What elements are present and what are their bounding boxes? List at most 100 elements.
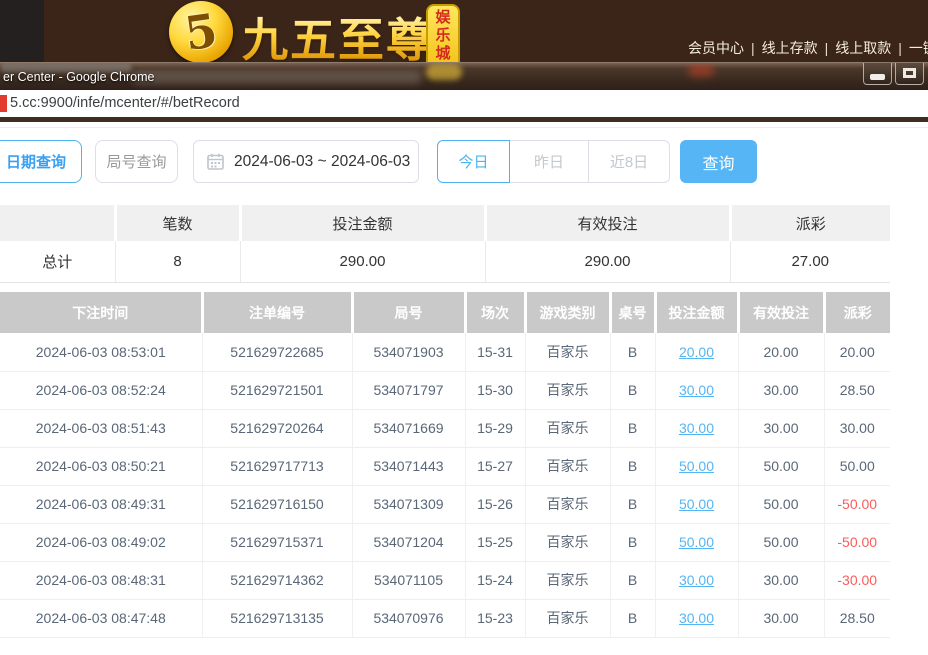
table-no: B (610, 485, 655, 523)
session: 15-30 (465, 371, 525, 409)
table-no: B (610, 409, 655, 447)
bet-no: 521629722685 (202, 333, 352, 371)
quick-yesterday-button[interactable]: 昨日 (509, 140, 589, 183)
date-range-input[interactable]: 2024-06-03 ~ 2024-06-03 (193, 140, 419, 183)
date-range-value: 2024-06-03 ~ 2024-06-03 (234, 153, 410, 171)
valid-bet: 20.00 (738, 333, 824, 371)
table-no: B (610, 523, 655, 561)
minimize-button[interactable] (863, 63, 892, 85)
payout: 20.00 (824, 333, 890, 371)
payout: 30.00 (824, 409, 890, 447)
bet-amount-link[interactable]: 20.00 (679, 344, 714, 360)
badge-char: 娱 (435, 9, 450, 27)
summary-valid-bet: 290.00 (485, 241, 730, 282)
nav-online-deposit[interactable]: 线上存款 (762, 40, 818, 56)
bet-time: 2024-06-03 08:47:48 (0, 599, 202, 637)
tab-date-query[interactable]: 日期查询 (0, 140, 82, 183)
window-title: er Center - Google Chrome (3, 70, 154, 84)
table-no: B (610, 371, 655, 409)
summary-count: 8 (115, 241, 240, 282)
bet-table-header-row: 下注时间注单编号局号场次游戏类别桌号投注金额有效投注派彩 (0, 292, 890, 333)
tab-round-query[interactable]: 局号查询 (95, 140, 178, 183)
round-no: 534071204 (352, 523, 465, 561)
bet-amount-link[interactable]: 50.00 (679, 534, 714, 550)
round-no: 534070976 (352, 599, 465, 637)
table-row: 2024-06-03 08:51:43521629720264534071669… (0, 409, 890, 447)
nav-online-withdraw[interactable]: 线上取款 (835, 40, 891, 56)
maximize-button[interactable] (895, 63, 924, 85)
column-header: 局号 (352, 292, 465, 333)
bet-no: 521629717713 (202, 447, 352, 485)
site-favicon (0, 95, 7, 112)
bet-no: 521629713135 (202, 599, 352, 637)
table-no: B (610, 561, 655, 599)
address-bar[interactable]: 5.cc:9900/infe/mcenter/#/betRecord (0, 90, 928, 118)
table-no: B (610, 599, 655, 637)
nav-separator: | (898, 40, 902, 56)
table-no: B (610, 447, 655, 485)
column-header: 有效投注 (738, 292, 824, 333)
bet-time: 2024-06-03 08:48:31 (0, 561, 202, 599)
summary-header-bet-amount: 投注金额 (240, 205, 485, 241)
table-row: 2024-06-03 08:48:31521629714362534071105… (0, 561, 890, 599)
bet-time: 2024-06-03 08:51:43 (0, 409, 202, 447)
game-type: 百家乐 (525, 333, 610, 371)
payout: 28.50 (824, 599, 890, 637)
column-header: 下注时间 (0, 292, 202, 333)
session: 15-24 (465, 561, 525, 599)
badge-char: 城 (435, 45, 450, 63)
calendar-icon (207, 153, 224, 170)
column-header: 游戏类别 (525, 292, 610, 333)
table-row: 2024-06-03 08:53:01521629722685534071903… (0, 333, 890, 371)
summary-header-row: 笔数 投注金额 有效投注 派彩 (0, 205, 890, 241)
nav-member-center[interactable]: 会员中心 (688, 40, 744, 56)
round-no: 534071105 (352, 561, 465, 599)
search-button[interactable]: 查询 (680, 140, 757, 183)
bet-amount-link[interactable]: 50.00 (679, 458, 714, 474)
bet-no: 521629714362 (202, 561, 352, 599)
valid-bet: 30.00 (738, 409, 824, 447)
column-header: 注单编号 (202, 292, 352, 333)
nav-separator: | (751, 40, 755, 56)
game-type: 百家乐 (525, 409, 610, 447)
screen: 5 九五至尊 娱 乐 城 会员中心|线上存款|线上取款|一键回收 er Cent… (0, 0, 928, 655)
summary-header-empty (0, 205, 115, 241)
bet-record-table: 下注时间注单编号局号场次游戏类别桌号投注金额有效投注派彩 2024-06-03 … (0, 292, 890, 638)
bet-amount-link[interactable]: 50.00 (679, 496, 714, 512)
round-no: 534071797 (352, 371, 465, 409)
game-type: 百家乐 (525, 447, 610, 485)
url-text: 5.cc:9900/infe/mcenter/#/betRecord (10, 95, 240, 111)
bet-amount: 50.00 (655, 523, 738, 561)
glass-blur-decoration (426, 64, 462, 80)
payout: -50.00 (824, 523, 890, 561)
bet-amount-link[interactable]: 30.00 (679, 572, 714, 588)
bet-no: 521629720264 (202, 409, 352, 447)
browser-titlebar: er Center - Google Chrome (0, 62, 928, 90)
nav-one-key-recycle[interactable]: 一键回收 (909, 40, 928, 56)
divider (0, 127, 928, 128)
round-no: 534071309 (352, 485, 465, 523)
session: 15-29 (465, 409, 525, 447)
valid-bet: 30.00 (738, 561, 824, 599)
summary-header-count: 笔数 (115, 205, 240, 241)
valid-bet: 50.00 (738, 523, 824, 561)
bet-amount: 30.00 (655, 561, 738, 599)
session: 15-27 (465, 447, 525, 485)
bet-amount-link[interactable]: 30.00 (679, 610, 714, 626)
bet-amount-link[interactable]: 30.00 (679, 382, 714, 398)
table-no: B (610, 333, 655, 371)
game-type: 百家乐 (525, 523, 610, 561)
quick-last8days-button[interactable]: 近8日 (588, 140, 670, 183)
quick-today-button[interactable]: 今日 (437, 140, 510, 183)
summary-header-valid-bet: 有效投注 (485, 205, 730, 241)
top-nav: 会员中心|线上存款|线上取款|一键回收 (688, 38, 928, 58)
round-no: 534071669 (352, 409, 465, 447)
brand-logo-icon: 5 (169, 1, 233, 63)
table-row: 2024-06-03 08:52:24521629721501534071797… (0, 371, 890, 409)
bet-amount-link[interactable]: 30.00 (679, 420, 714, 436)
bet-amount: 50.00 (655, 485, 738, 523)
site-header: 5 九五至尊 娱 乐 城 会员中心|线上存款|线上取款|一键回收 (0, 0, 928, 62)
summary-total-label: 总计 (0, 241, 115, 282)
maximize-icon (903, 68, 916, 78)
bet-time: 2024-06-03 08:49:31 (0, 485, 202, 523)
